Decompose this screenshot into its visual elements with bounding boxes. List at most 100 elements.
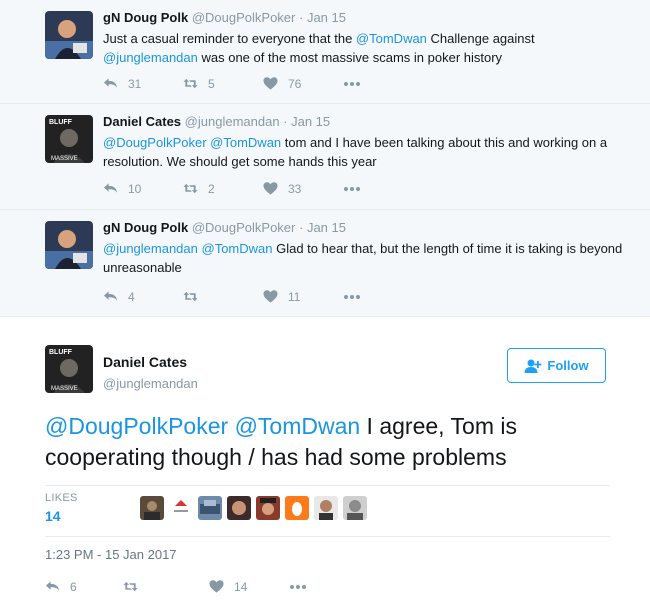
- reply-button[interactable]: 31: [103, 76, 183, 91]
- mention-link[interactable]: @TomDwan: [202, 241, 273, 256]
- author-handle[interactable]: @junglemandan: [185, 114, 280, 129]
- tweet-reply-2[interactable]: BLUFF MASSIVE Daniel Cates @junglemandan …: [0, 104, 650, 210]
- likes-count[interactable]: 14: [45, 508, 61, 524]
- tweet-text: Just a casual reminder to everyone that …: [103, 29, 623, 67]
- more-icon: [344, 186, 360, 191]
- tweet-text-segment: Challenge against: [426, 31, 535, 46]
- reply-count: 31: [128, 76, 142, 91]
- author-name[interactable]: Daniel Cates: [103, 354, 187, 370]
- likers-avatars: [140, 496, 372, 520]
- follow-button-label: Follow: [547, 358, 589, 373]
- reply-button[interactable]: 4: [103, 289, 183, 304]
- like-button[interactable]: 11: [263, 289, 343, 304]
- liker-avatar[interactable]: [285, 496, 309, 520]
- more-button[interactable]: [343, 186, 361, 192]
- author-handle[interactable]: @junglemandan: [103, 376, 198, 391]
- retweet-icon: [183, 78, 198, 89]
- retweet-count: 2: [208, 181, 215, 196]
- heart-icon: [263, 290, 278, 303]
- bluff-logo-text: BLUFF: [49, 349, 73, 356]
- like-button[interactable]: 76: [263, 76, 343, 91]
- retweet-icon: [183, 183, 198, 194]
- tweet-header: gN Doug Polk @DougPolkPoker · Jan 15: [103, 9, 623, 27]
- like-count: 11: [288, 289, 301, 304]
- more-icon: [344, 81, 360, 86]
- author-name[interactable]: gN Doug Polk: [103, 10, 188, 25]
- main-tweet: BLUFF MASSIVE Daniel Cates @junglemandan …: [0, 317, 650, 611]
- tweet-text: @DougPolkPoker @TomDwan tom and I have b…: [103, 133, 623, 171]
- tweet-date[interactable]: · Jan 15: [299, 220, 346, 235]
- reply-icon: [103, 291, 118, 301]
- retweet-icon: [123, 581, 138, 592]
- like-count: 14: [234, 579, 248, 594]
- tweet-header: gN Doug Polk @DougPolkPoker · Jan 15: [103, 219, 623, 237]
- retweet-button[interactable]: [183, 289, 263, 304]
- liker-avatar[interactable]: [140, 496, 164, 520]
- avatar-doug-polk[interactable]: [45, 11, 93, 59]
- reply-count: 6: [70, 579, 77, 594]
- liker-avatar[interactable]: [314, 496, 338, 520]
- tweet-actions: 10 2 33: [103, 181, 361, 196]
- like-count: 76: [288, 76, 302, 91]
- avatar-doug-polk[interactable]: [45, 221, 93, 269]
- tweet-actions: 31 5 76: [103, 76, 361, 91]
- tweet-stats: LIKES 14: [45, 485, 610, 537]
- mention-link[interactable]: @junglemandan: [103, 241, 198, 256]
- more-button[interactable]: [343, 294, 361, 300]
- retweet-button[interactable]: [123, 579, 209, 594]
- mention-link[interactable]: @TomDwan: [356, 31, 427, 46]
- more-button[interactable]: [289, 584, 307, 590]
- retweet-button[interactable]: 2: [183, 181, 263, 196]
- tweet-text-segment: Just a casual reminder to everyone that …: [103, 31, 356, 46]
- reply-count: 4: [128, 289, 135, 304]
- tweet-date[interactable]: · Jan 15: [299, 10, 346, 25]
- tweet-reply-1[interactable]: gN Doug Polk @DougPolkPoker · Jan 15 Jus…: [0, 0, 650, 104]
- heart-icon: [263, 182, 278, 195]
- tweet-reply-3[interactable]: gN Doug Polk @DougPolkPoker · Jan 15 @ju…: [0, 210, 650, 317]
- liker-avatar[interactable]: [256, 496, 280, 520]
- reply-icon: [103, 183, 118, 193]
- retweet-count: 5: [208, 76, 215, 91]
- author-handle[interactable]: @DougPolkPoker: [192, 10, 296, 25]
- mention-link[interactable]: @DougPolkPoker: [103, 135, 207, 150]
- author-name[interactable]: gN Doug Polk: [103, 220, 188, 235]
- liker-avatar[interactable]: [198, 496, 222, 520]
- tweet-text-segment: was one of the most massive scams in pok…: [197, 50, 503, 65]
- reply-button[interactable]: 6: [45, 579, 123, 594]
- tweet-header: Daniel Cates @junglemandan · Jan 15: [103, 113, 623, 131]
- tweet-actions: 4 11: [103, 289, 361, 304]
- tweet-text: @junglemandan @TomDwan Glad to hear that…: [103, 239, 623, 277]
- retweet-icon: [183, 291, 198, 302]
- massive-logo-text: MASSIVE: [51, 156, 78, 162]
- likes-label: LIKES: [45, 492, 78, 504]
- massive-logo-text: MASSIVE: [51, 386, 78, 392]
- author-handle[interactable]: @DougPolkPoker: [192, 220, 296, 235]
- more-icon: [290, 584, 306, 589]
- reply-icon: [45, 581, 60, 591]
- follow-user-icon: [524, 359, 542, 373]
- reply-count: 10: [128, 181, 142, 196]
- mention-link[interactable]: @TomDwan: [210, 135, 281, 150]
- tweet-timestamp[interactable]: 1:23 PM - 15 Jan 2017: [45, 547, 177, 562]
- reply-button[interactable]: 10: [103, 181, 183, 196]
- liker-avatar[interactable]: [227, 496, 251, 520]
- avatar-daniel-cates[interactable]: BLUFF MASSIVE: [45, 345, 93, 393]
- reply-icon: [103, 78, 118, 88]
- more-button[interactable]: [343, 81, 361, 87]
- bluff-logo-text: BLUFF: [49, 119, 73, 126]
- like-button[interactable]: 14: [209, 579, 289, 594]
- retweet-button[interactable]: 5: [183, 76, 263, 91]
- mention-link[interactable]: @DougPolkPoker: [45, 413, 228, 439]
- mention-link[interactable]: @junglemandan: [103, 50, 198, 65]
- author-name[interactable]: Daniel Cates: [103, 114, 181, 129]
- like-count: 33: [288, 181, 302, 196]
- liker-avatar[interactable]: [169, 496, 193, 520]
- follow-button[interactable]: Follow: [507, 348, 606, 383]
- tweet-date[interactable]: · Jan 15: [283, 114, 330, 129]
- mention-link[interactable]: @TomDwan: [235, 413, 361, 439]
- avatar-daniel-cates[interactable]: BLUFF MASSIVE: [45, 115, 93, 163]
- like-button[interactable]: 33: [263, 181, 343, 196]
- main-tweet-text: @DougPolkPoker @TomDwan I agree, Tom is …: [45, 411, 605, 473]
- liker-avatar[interactable]: [343, 496, 367, 520]
- heart-icon: [209, 580, 224, 593]
